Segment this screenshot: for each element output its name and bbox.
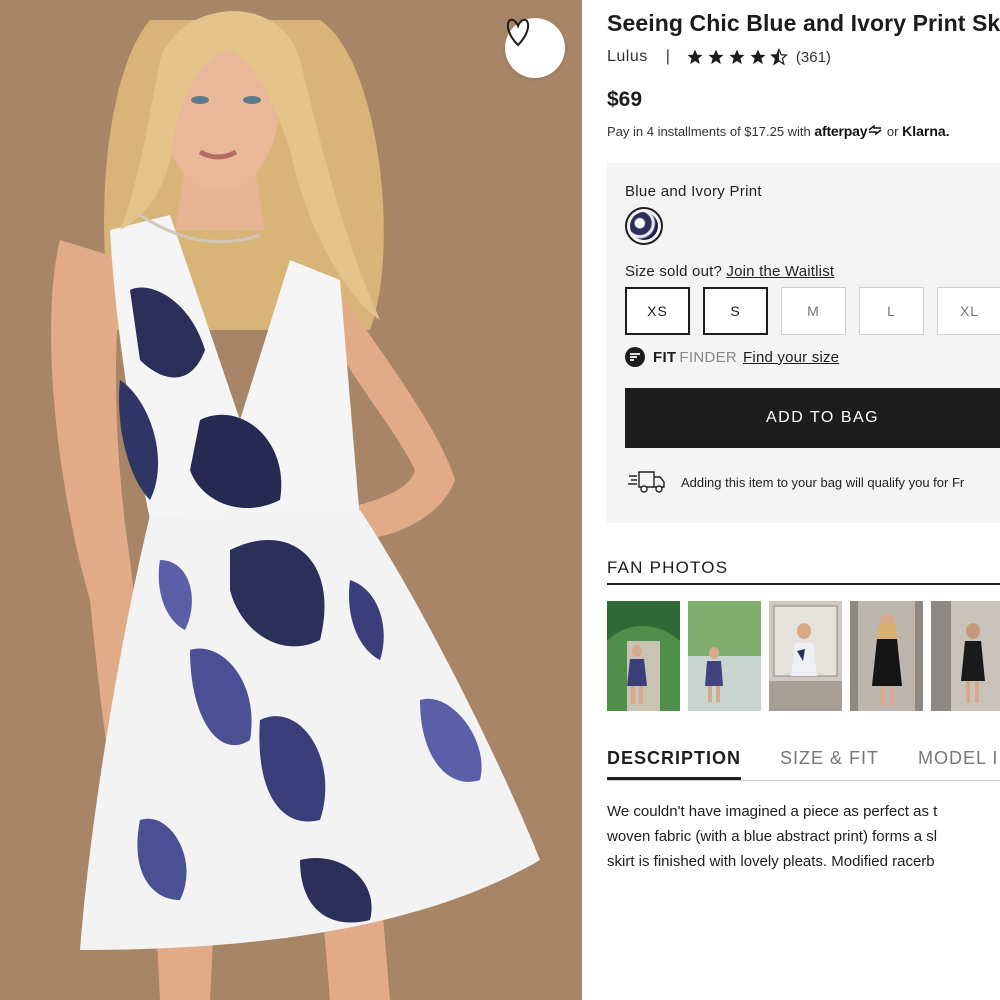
join-waitlist-link[interactable]: Join the Waitlist: [726, 263, 834, 280]
star-half-icon: [769, 48, 788, 66]
purchase-options-box: Blue and Ivory Print Size sold out? Join…: [607, 163, 1000, 523]
add-to-bag-button[interactable]: ADD TO BAG: [625, 388, 1000, 448]
size-option-m[interactable]: M: [781, 287, 846, 335]
size-option-l[interactable]: L: [859, 287, 924, 335]
size-selector: XS S M L XL: [625, 287, 1000, 335]
heart-outline-icon: [506, 18, 530, 47]
installments-or: or: [886, 124, 899, 139]
product-meta: Lulus | (361): [607, 46, 831, 68]
fan-photo-thumbnail[interactable]: [850, 601, 923, 711]
color-name: Blue and Ivory Print: [625, 183, 762, 200]
size-option-xl[interactable]: XL: [937, 287, 1000, 335]
description-line: woven fabric (with a blue abstract print…: [607, 828, 938, 845]
favorite-button[interactable]: [505, 18, 565, 78]
size-option-s[interactable]: S: [703, 287, 768, 335]
description-line: skirt is finished with lovely pleats. Mo…: [607, 853, 935, 870]
meta-separator: |: [665, 48, 670, 65]
swatch-image: [630, 212, 658, 240]
model-illustration: [0, 0, 582, 1000]
sold-out-message: Size sold out? Join the Waitlist: [625, 263, 834, 280]
delivery-truck-icon: [628, 471, 665, 493]
star-icon: [729, 49, 745, 65]
fan-photo-thumbnail[interactable]: [931, 601, 1000, 711]
product-title: Seeing Chic Blue and Ivory Print Sk: [607, 10, 1000, 36]
afterpay-arrows-icon: [868, 124, 882, 136]
installments-text: Pay in 4 installments of $17.25 with: [607, 124, 811, 139]
color-swatch[interactable]: [625, 207, 663, 245]
star-icon: [750, 49, 766, 65]
product-info-tabs: DESCRIPTION SIZE & FIT MODEL I: [607, 748, 1000, 780]
tabs-divider: [607, 780, 1000, 781]
shipping-text: Adding this item to your bag will qualif…: [681, 474, 965, 490]
shipping-message: Adding this item to your bag will qualif…: [627, 469, 964, 495]
tab-description[interactable]: DESCRIPTION: [607, 748, 742, 780]
fan-photo-thumbnail[interactable]: [769, 601, 842, 711]
fit-finder-logo-icon: [625, 347, 645, 367]
size-option-xs[interactable]: XS: [625, 287, 690, 335]
product-details-panel: Seeing Chic Blue and Ivory Print Sk Lulu…: [607, 0, 1000, 1000]
klarna-logo[interactable]: Klarna.: [902, 123, 949, 139]
fan-photo-thumbnail[interactable]: [607, 601, 680, 711]
fit-finder-label-light: FINDER: [679, 348, 738, 366]
product-description: We couldn't have imagined a piece as per…: [607, 799, 1000, 874]
star-icon: [687, 49, 703, 65]
review-count[interactable]: (361): [796, 49, 831, 66]
fan-photos-heading: FAN PHOTOS: [607, 558, 729, 577]
fan-photo-thumbnail[interactable]: [688, 601, 761, 711]
find-your-size-link[interactable]: Find your size: [743, 349, 839, 366]
product-price: $69: [607, 88, 643, 111]
afterpay-logo[interactable]: afterpay: [814, 123, 867, 139]
tab-size-and-fit[interactable]: SIZE & FIT: [780, 748, 879, 780]
fit-finder-label-strong: FIT: [653, 348, 677, 366]
fit-finder: FIT FINDER Find your size: [625, 347, 839, 367]
description-line: We couldn't have imagined a piece as per…: [607, 803, 938, 820]
fan-photos-divider: [607, 583, 1000, 585]
product-image[interactable]: [0, 0, 582, 1000]
star-icon: [708, 49, 724, 65]
rating-stars[interactable]: [686, 48, 788, 66]
installments-info: Pay in 4 installments of $17.25 with aft…: [607, 123, 950, 139]
fan-photos-gallery: [607, 601, 1000, 711]
sold-out-text: Size sold out?: [625, 263, 723, 280]
brand-name[interactable]: Lulus: [607, 48, 648, 66]
tab-model-info[interactable]: MODEL I: [918, 748, 998, 780]
